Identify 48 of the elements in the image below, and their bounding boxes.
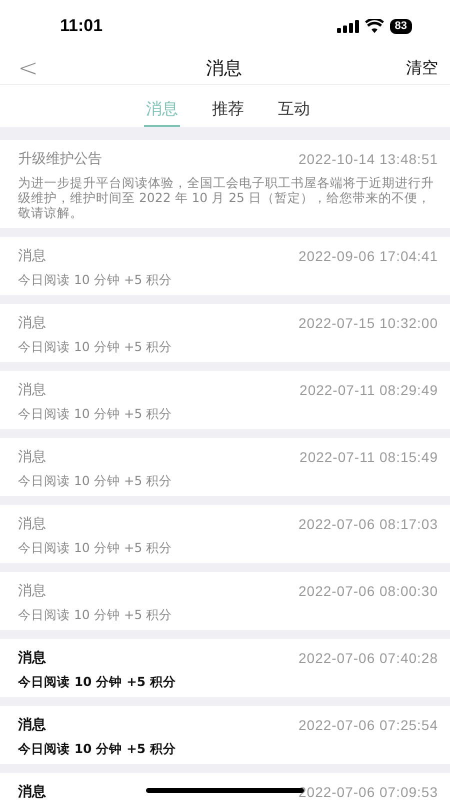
message-time: 2022-07-15 10:32:00: [298, 315, 438, 331]
message-time: 2022-07-11 08:15:49: [300, 449, 438, 465]
message-title: 消息: [18, 381, 46, 399]
tab[interactable]: 互动: [276, 85, 312, 127]
message-time: 2022-07-06 08:00:30: [298, 583, 438, 599]
message-card[interactable]: 消息 2022-07-06 07:25:54 今日阅读 10 分钟 +5 积分: [0, 706, 450, 764]
message-card[interactable]: 消息 2022-09-06 17:04:41 今日阅读 10 分钟 +5 积分: [0, 237, 450, 295]
message-text: 今日阅读 10 分钟 +5 积分: [18, 741, 177, 756]
message-title: 消息: [18, 783, 46, 800]
message-time: 2022-07-06 07:40:28: [298, 650, 438, 666]
message-card[interactable]: 消息 2022-07-06 07:40:28 今日阅读 10 分钟 +5 积分: [0, 639, 450, 697]
message-text: 今日阅读 10 分钟 +5 积分: [18, 607, 174, 622]
message-text: 今日阅读 10 分钟 +5 积分: [18, 674, 177, 689]
message-title: 消息: [18, 247, 46, 265]
message-title: 消息: [18, 314, 46, 332]
battery-icon: 83: [390, 18, 412, 34]
message-card[interactable]: 消息 2022-07-06 08:00:30 今日阅读 10 分钟 +5 积分: [0, 572, 450, 630]
message-text: 今日阅读 10 分钟 +5 积分: [18, 540, 174, 555]
signal-icon: [336, 20, 359, 32]
message-time: 2022-07-06 07:09:53: [298, 784, 438, 800]
page-title: 消息: [206, 57, 242, 80]
message-time: 2022-09-06 17:04:41: [298, 248, 438, 264]
message-title: 升级维护公告: [18, 150, 102, 168]
clear-button[interactable]: 清空: [406, 58, 438, 78]
message-title: 消息: [18, 448, 46, 466]
wifi-icon: [364, 19, 384, 33]
message-time: 2022-07-11 08:29:49: [300, 382, 438, 398]
message-title: 消息: [18, 649, 46, 667]
tab[interactable]: 推荐: [210, 85, 246, 127]
message-time: 2022-07-06 07:25:54: [298, 717, 438, 733]
message-text: 今日阅读 10 分钟 +5 积分: [18, 473, 174, 488]
message-text: 为进一步提升平台阅读体验，全国工会电子职工书屋各端将于近期进行升级维护，维护时间至 2022 年 10 月 25 日（暂定），给您带来的不便，敬请谅解。: [18, 175, 435, 220]
message-time: 2022-10-14 13:48:51: [298, 151, 438, 167]
message-card[interactable]: 消息 2022-07-11 08:29:49 今日阅读 10 分钟 +5 积分: [0, 371, 450, 429]
message-card[interactable]: 消息 2022-07-06 08:17:03 今日阅读 10 分钟 +5 积分: [0, 505, 450, 563]
message-card[interactable]: 消息 2022-07-11 08:15:49 今日阅读 10 分钟 +5 积分: [0, 438, 450, 496]
message-text: 今日阅读 10 分钟 +5 积分: [18, 339, 174, 354]
message-card[interactable]: 升级维护公告 2022-10-14 13:48:51 为进一步提升平台阅读体验，全国工会电子职工书屋各端将于近期进行升级维护，维护时间至 2022 年 10 月 25 日（暂定），给您带来的不便，敬请谅解。: [0, 140, 450, 228]
message-text: 今日阅读 10 分钟 +5 积分: [18, 406, 174, 421]
message-title: 消息: [18, 582, 46, 600]
message-text: 今日阅读 10 分钟 +5 积分: [18, 272, 174, 287]
message-card[interactable]: 消息 2022-07-15 10:32:00 今日阅读 10 分钟 +5 积分: [0, 304, 450, 362]
status-time: 11:01: [60, 16, 103, 36]
message-card[interactable]: 消息 2022-07-06 07:09:53: [0, 773, 450, 800]
message-title: 消息: [18, 515, 46, 533]
message-title: 消息: [18, 716, 46, 734]
message-time: 2022-07-06 08:17:03: [298, 516, 438, 532]
back-button[interactable]: <: [14, 54, 42, 82]
